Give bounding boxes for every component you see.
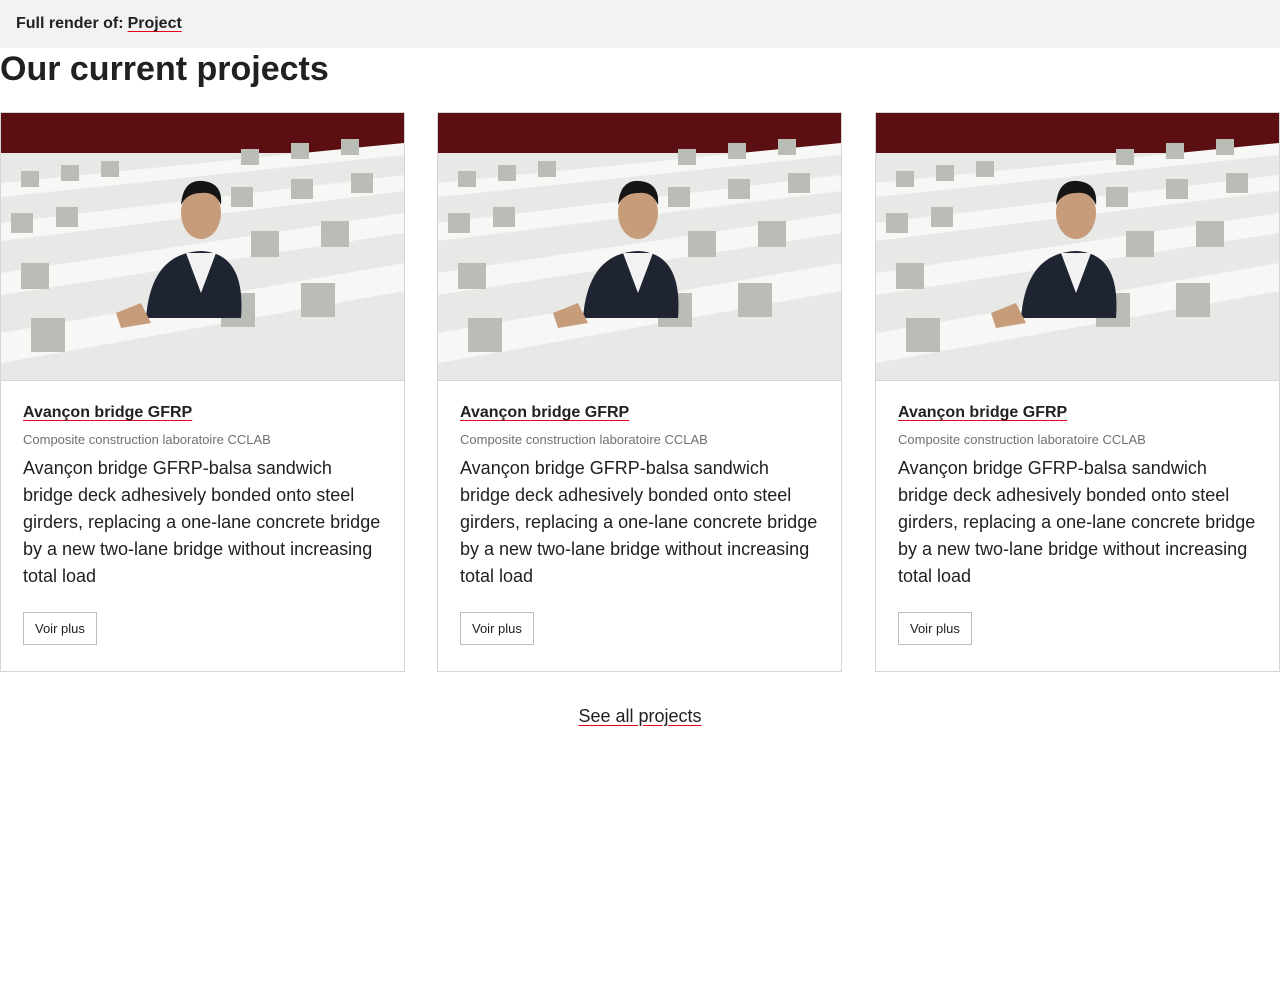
project-description: Avançon bridge GFRP-balsa sandwich bridg… (460, 458, 818, 586)
render-bar-link[interactable]: Project (128, 15, 182, 33)
project-title-link[interactable]: Avançon bridge GFRP (23, 404, 192, 422)
render-bar-label: Full render of: (16, 15, 124, 32)
project-photo (1, 113, 404, 381)
project-card: Avançon bridge GFRP Composite constructi… (0, 112, 405, 672)
page-title: Our current projects (0, 50, 329, 88)
project-lab: Composite construction laboratoire CCLAB (460, 432, 708, 447)
project-title-link[interactable]: Avançon bridge GFRP (898, 404, 1067, 422)
project-lab: Composite construction laboratoire CCLAB (23, 432, 271, 447)
voir-plus-button[interactable]: Voir plus (460, 612, 534, 645)
project-photo (876, 113, 1279, 381)
see-all-projects-link[interactable]: See all projects (578, 706, 701, 726)
voir-plus-button[interactable]: Voir plus (898, 612, 972, 645)
project-description: Avançon bridge GFRP-balsa sandwich bridg… (898, 458, 1256, 586)
project-card: Avançon bridge GFRP Composite constructi… (437, 112, 842, 672)
project-photo (438, 113, 841, 381)
project-cards: Avançon bridge GFRP Composite constructi… (0, 112, 1280, 672)
render-bar: Full render of: Project (0, 0, 1280, 48)
voir-plus-button[interactable]: Voir plus (23, 612, 97, 645)
project-lab: Composite construction laboratoire CCLAB (898, 432, 1146, 447)
project-card: Avançon bridge GFRP Composite constructi… (875, 112, 1280, 672)
project-description: Avançon bridge GFRP-balsa sandwich bridg… (23, 458, 381, 586)
project-title-link[interactable]: Avançon bridge GFRP (460, 404, 629, 422)
see-all-container: See all projects (0, 706, 1280, 727)
